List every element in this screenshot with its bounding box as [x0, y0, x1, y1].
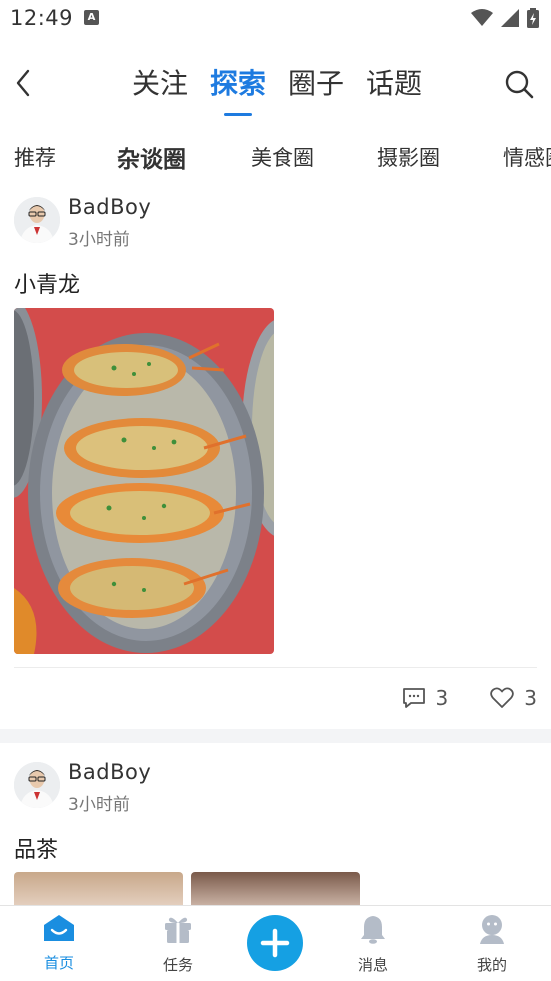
category-tab-chat[interactable]: 杂谈圈	[117, 140, 186, 176]
nav-home[interactable]: 首页	[24, 914, 94, 973]
search-button[interactable]	[503, 68, 535, 100]
nav-profile-label: 我的	[476, 956, 507, 974]
comment-count: 3	[435, 686, 449, 710]
post-time: 3小时前	[68, 230, 130, 250]
post-image[interactable]	[191, 872, 360, 905]
bell-icon	[361, 916, 385, 944]
section-divider	[0, 729, 551, 743]
notification-icon: A	[84, 10, 99, 25]
category-tab-photo[interactable]: 摄影圈	[377, 142, 440, 172]
comment-button[interactable]: 3	[402, 686, 449, 710]
post-actions: 3 3	[402, 686, 537, 710]
category-tab-recommend[interactable]: 推荐	[14, 142, 56, 172]
avatar[interactable]	[14, 197, 60, 243]
comment-icon	[402, 688, 425, 708]
signal-icon	[501, 9, 519, 27]
category-tab-emotion[interactable]: 情感圈	[503, 142, 551, 172]
post-image[interactable]	[14, 308, 274, 654]
category-tab-label: 杂谈圈	[117, 147, 186, 173]
nav-messages-label: 消息	[357, 956, 388, 974]
wifi-icon	[471, 9, 493, 26]
gift-icon	[165, 917, 191, 943]
top-nav: 关注 探索 圈子 话题	[0, 52, 551, 116]
category-tab-food[interactable]: 美食圈	[251, 142, 314, 172]
nav-tasks[interactable]: 任务	[143, 914, 213, 975]
back-button[interactable]	[8, 66, 38, 100]
category-tabs: 推荐 杂谈圈 美食圈 摄影圈 情感圈	[0, 136, 551, 180]
lobster-photo	[14, 308, 274, 654]
avatar-image	[14, 762, 60, 808]
chevron-left-icon	[16, 69, 30, 97]
home-icon	[44, 915, 74, 941]
create-post-button[interactable]	[247, 915, 303, 971]
status-time: 12:49	[10, 6, 74, 30]
bottom-nav: 首页 任务 消息 我的	[0, 905, 551, 981]
tab-circles[interactable]: 圈子	[288, 62, 344, 116]
main-tabs: 关注 探索 圈子 话题	[132, 62, 422, 116]
author-name[interactable]: BadBoy	[68, 760, 151, 784]
like-button[interactable]: 3	[490, 686, 537, 710]
plus-icon	[260, 928, 290, 958]
battery-icon	[527, 8, 539, 28]
post-card[interactable]: BadBoy 3小时前 品茶	[0, 755, 551, 905]
avatar[interactable]	[14, 762, 60, 808]
status-bar: 12:49 A	[0, 0, 551, 38]
post-text: 小青龙	[14, 273, 81, 298]
tab-follow[interactable]: 关注	[132, 62, 188, 116]
nav-home-label: 首页	[43, 954, 74, 972]
post-text: 品茶	[14, 838, 59, 863]
heart-icon	[490, 687, 515, 708]
user-icon	[480, 915, 504, 944]
author-name[interactable]: BadBoy	[68, 195, 151, 219]
nav-profile[interactable]: 我的	[457, 914, 527, 975]
tab-explore[interactable]: 探索	[210, 62, 266, 116]
post-image[interactable]	[14, 872, 183, 905]
avatar-image	[14, 197, 60, 243]
search-icon	[505, 70, 534, 99]
nav-tasks-label: 任务	[162, 956, 193, 974]
nav-messages[interactable]: 消息	[338, 914, 408, 975]
tab-topics[interactable]: 话题	[366, 62, 422, 116]
divider	[14, 667, 537, 668]
post-time: 3小时前	[68, 795, 130, 815]
post-card[interactable]: BadBoy 3小时前 小青龙 3 3	[0, 190, 551, 730]
like-count: 3	[524, 686, 537, 710]
